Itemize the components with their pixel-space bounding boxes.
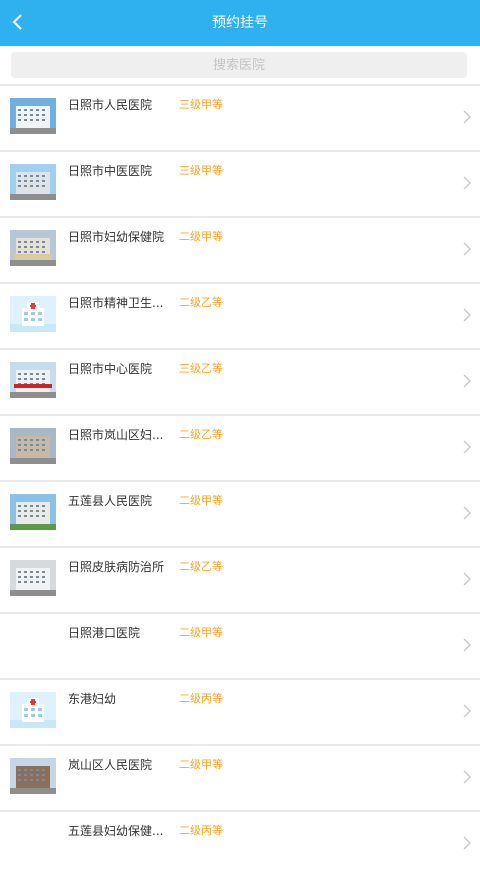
hospital-name: 五莲县妇幼保健... (68, 824, 164, 838)
hospital-row[interactable]: 日照市岚山区妇... 二级乙等 (0, 414, 480, 480)
hospital-name: 日照市精神卫生... (68, 296, 164, 310)
chevron-right-icon (463, 770, 471, 784)
hospital-name: 日照皮肤病防治所 (68, 560, 165, 574)
chevron-right-icon (463, 308, 471, 322)
hospital-thumbnail-icon (10, 362, 56, 398)
hospital-row[interactable]: 日照市中医医院 三级甲等 (0, 150, 480, 216)
hospital-row[interactable]: 日照市妇幼保健院 二级甲等 (0, 216, 480, 282)
hospital-thumbnail (10, 230, 56, 266)
hospital-thumbnail-icon (10, 428, 56, 464)
hospital-thumbnail (10, 428, 56, 464)
hospital-thumbnail (10, 296, 56, 332)
chevron-right-icon (463, 110, 471, 124)
hospital-thumbnail-icon (10, 626, 56, 662)
hospital-thumbnail (10, 164, 56, 200)
hospital-level-badge: 二级甲等 (179, 758, 223, 771)
hospital-level-badge: 二级甲等 (179, 494, 223, 507)
hospital-level-badge: 二级乙等 (179, 296, 223, 309)
hospital-thumbnail (10, 626, 56, 662)
chevron-right-icon (463, 572, 471, 586)
hospital-name: 日照市中心医院 (68, 362, 153, 376)
chevron-right-icon (463, 836, 471, 850)
hospital-row[interactable]: 日照市精神卫生... 二级乙等 (0, 282, 480, 348)
hospital-level-badge: 三级甲等 (179, 98, 223, 111)
hospital-name: 东港妇幼 (68, 692, 117, 706)
hospital-thumbnail-icon (10, 98, 56, 134)
hospital-thumbnail-icon (10, 560, 56, 596)
chevron-right-icon (463, 176, 471, 190)
hospital-name: 五莲县人民医院 (68, 494, 153, 508)
hospital-thumbnail-icon (10, 692, 56, 728)
chevron-right-icon (463, 440, 471, 454)
chevron-right-icon (463, 638, 471, 652)
hospital-row[interactable]: 五莲县人民医院 二级甲等 (0, 480, 480, 546)
hospital-thumbnail-icon (10, 494, 56, 530)
hospital-name: 日照市岚山区妇... (68, 428, 164, 442)
hospital-level-badge: 二级乙等 (179, 560, 223, 573)
hospital-row[interactable]: 日照市人民医院 三级甲等 (0, 84, 480, 150)
hospital-thumbnail-icon (10, 230, 56, 266)
hospital-thumbnail (10, 98, 56, 134)
hospital-level-badge: 三级乙等 (179, 362, 223, 375)
hospital-name: 日照市妇幼保健院 (68, 230, 165, 244)
hospital-thumbnail (10, 824, 56, 860)
hospital-name: 岚山区人民医院 (68, 758, 153, 772)
header-bar: 预约挂号 (0, 0, 480, 46)
hospital-row[interactable]: 岚山区人民医院 二级甲等 (0, 744, 480, 810)
hospital-row[interactable]: 日照市中心医院 三级乙等 (0, 348, 480, 414)
hospital-level-badge: 三级甲等 (179, 164, 223, 177)
hospital-name: 日照港口医院 (68, 626, 141, 640)
hospital-level-badge: 二级丙等 (179, 692, 223, 705)
chevron-right-icon (463, 242, 471, 256)
hospital-row[interactable]: 五莲县妇幼保健... 二级丙等 (0, 810, 480, 876)
hospital-row[interactable]: 东港妇幼 二级丙等 (0, 678, 480, 744)
hospital-thumbnail (10, 758, 56, 794)
page-title: 预约挂号 (212, 15, 268, 31)
hospital-name: 日照市人民医院 (68, 98, 153, 112)
hospital-level-badge: 二级甲等 (179, 626, 223, 639)
hospital-thumbnail (10, 560, 56, 596)
hospital-thumbnail (10, 362, 56, 398)
chevron-right-icon (463, 506, 471, 520)
chevron-right-icon (463, 704, 471, 718)
hospital-thumbnail (10, 692, 56, 728)
hospital-list: 日照市人民医院 三级甲等 日照市中医医院 三级甲等 日照市妇幼保健院 二级甲等 日照市精神卫… (0, 84, 480, 876)
hospital-thumbnail (10, 494, 56, 530)
hospital-row[interactable]: 日照港口医院 二级甲等 (0, 612, 480, 678)
hospital-thumbnail-icon (10, 164, 56, 200)
hospital-level-badge: 二级甲等 (179, 230, 223, 243)
hospital-thumbnail-icon (10, 758, 56, 794)
hospital-name: 日照市中医医院 (68, 164, 153, 178)
hospital-row[interactable]: 日照皮肤病防治所 二级乙等 (0, 546, 480, 612)
search-bar (0, 46, 480, 84)
search-input[interactable] (11, 52, 467, 78)
hospital-thumbnail-icon (10, 824, 56, 860)
chevron-right-icon (463, 374, 471, 388)
hospital-level-badge: 二级乙等 (179, 428, 223, 441)
hospital-thumbnail-icon (10, 296, 56, 332)
